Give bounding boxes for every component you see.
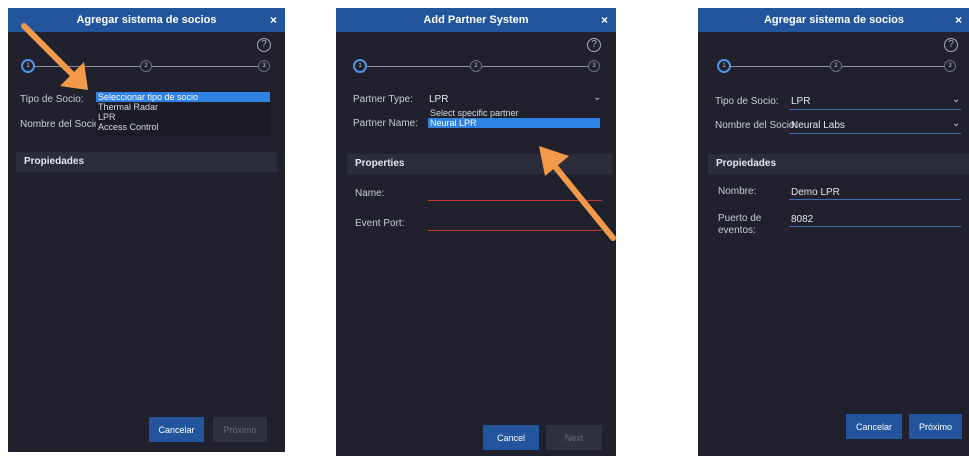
step-1: 1 xyxy=(354,60,366,72)
event-port-field[interactable]: 8082 xyxy=(791,214,813,225)
dialog-title: Agregar sistema de socios xyxy=(763,14,904,26)
step-2: 2 xyxy=(470,60,482,72)
partner-name-label: Nombre del Socio: xyxy=(715,120,798,131)
arrow-annotation xyxy=(21,23,88,90)
event-port-field-label: Event Port: xyxy=(355,218,405,229)
step-2: 2 xyxy=(830,60,842,72)
dropdown-option-selected[interactable]: Seleccionar tipo de socio xyxy=(96,92,270,102)
partner-name-dropdown-list[interactable]: Select specific partner Neural LPR xyxy=(428,108,600,130)
dropdown-option-selected[interactable]: Neural LPR xyxy=(428,118,600,128)
name-field[interactable]: Demo LPR xyxy=(791,187,840,198)
question-circle-icon[interactable]: ? xyxy=(944,38,958,52)
question-circle-icon[interactable]: ? xyxy=(257,38,271,52)
dropdown-option[interactable]: Select specific partner xyxy=(428,108,600,118)
step-2: 2 xyxy=(140,60,152,72)
dialog-title: Add Partner System xyxy=(423,14,529,26)
dialog-titlebar: Agregar sistema de socios × xyxy=(698,8,969,32)
partner-name-label: Partner Name: xyxy=(353,118,419,129)
partner-type-underline xyxy=(789,109,961,110)
dropdown-option[interactable]: LPR xyxy=(96,112,270,122)
dropdown-option[interactable]: Thermal Radar xyxy=(96,102,270,112)
add-partner-dialog-spanish-filled: Agregar sistema de socios × ? 1 2 3 Tipo… xyxy=(698,8,969,456)
add-partner-dialog-spanish-step1: Agregar sistema de socios × ? 1 2 3 Tipo… xyxy=(8,8,285,452)
partner-type-dropdown-list[interactable]: Seleccionar tipo de socio Thermal Radar … xyxy=(96,92,270,136)
partner-type-select[interactable]: LPR xyxy=(429,94,448,105)
partner-type-label: Partner Type: xyxy=(353,94,413,105)
stepper: 1 2 3 xyxy=(354,60,602,72)
step-1: 1 xyxy=(718,60,730,72)
event-port-field-label: Puerto de eventos: xyxy=(718,213,762,236)
close-icon[interactable]: × xyxy=(270,13,277,27)
partner-type-label: Tipo de Socio: xyxy=(715,96,779,107)
partner-name-label: Nombre del Socio: xyxy=(20,119,103,130)
dialog-titlebar: Add Partner System × xyxy=(336,8,616,32)
properties-section-header: Propiedades xyxy=(708,154,969,174)
cancel-button[interactable]: Cancelar xyxy=(846,414,902,439)
close-icon[interactable]: × xyxy=(955,13,962,27)
close-icon[interactable]: × xyxy=(601,13,608,27)
partner-type-select[interactable]: LPR xyxy=(791,96,810,107)
next-button[interactable]: Próximo xyxy=(909,414,962,439)
name-field-label: Nombre: xyxy=(718,186,757,197)
step-3: 3 xyxy=(258,60,270,72)
event-port-field-underline xyxy=(789,226,961,227)
partner-name-underline xyxy=(789,133,961,134)
cancel-button[interactable]: Cancel xyxy=(483,425,539,450)
step-3: 3 xyxy=(944,60,956,72)
stepper: 1 2 3 xyxy=(718,60,958,72)
name-field-label: Name: xyxy=(355,188,385,199)
partner-name-select[interactable]: Neural Labs xyxy=(791,120,845,131)
arrow-annotation xyxy=(539,146,616,241)
cancel-button[interactable]: Cancelar xyxy=(149,417,204,442)
properties-section-header: Propiedades xyxy=(16,152,277,172)
dropdown-option[interactable]: Access Control xyxy=(96,122,270,132)
next-button[interactable]: Próximo xyxy=(213,417,267,442)
add-partner-dialog-english-step1: Add Partner System × ? 1 2 3 Partner Typ… xyxy=(336,8,616,456)
chevron-down-icon[interactable]: ⌄ xyxy=(593,92,601,103)
question-circle-icon[interactable]: ? xyxy=(587,38,601,52)
name-field-underline xyxy=(789,199,961,200)
next-button[interactable]: Next xyxy=(546,425,602,450)
step-3: 3 xyxy=(588,60,600,72)
chevron-down-icon[interactable]: ⌄ xyxy=(952,94,960,105)
chevron-down-icon[interactable]: ⌄ xyxy=(952,118,960,129)
